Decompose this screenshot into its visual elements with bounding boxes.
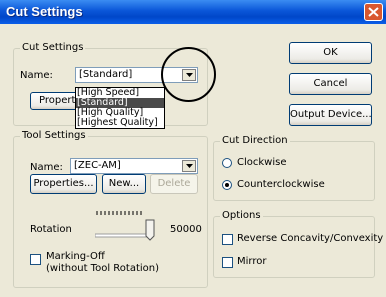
chevron-down-icon [186, 164, 193, 168]
ok-button[interactable]: OK [289, 42, 372, 64]
cut-settings-properties-button[interactable]: Properties... [30, 92, 78, 110]
reverse-concavity-label: Reverse Concavity/Convexity [237, 233, 384, 244]
cut-direction-group: Cut Direction [213, 135, 375, 201]
rotation-label: Rotation [30, 224, 72, 235]
cut-settings-group-label: Cut Settings [20, 42, 86, 53]
close-button[interactable] [364, 3, 383, 21]
tool-delete-button[interactable]: Delete [150, 174, 198, 194]
counterclockwise-label: Counterclockwise [237, 179, 325, 190]
cut-settings-name-value: [Standard] [79, 69, 133, 80]
tool-settings-dropdown-button[interactable] [182, 160, 196, 172]
title-bar: Cut Settings [0, 0, 386, 24]
cut-settings-dialog: Cut Settings Cut Settings Name: [Standar… [0, 0, 386, 297]
tool-settings-group-label: Tool Settings [20, 130, 88, 141]
zoom-highlight-circle [161, 47, 216, 102]
dropdown-option-highest-quality[interactable]: [Highest Quality] [76, 118, 164, 128]
tool-new-button[interactable]: New... [102, 174, 146, 194]
window-title: Cut Settings [6, 4, 83, 19]
counterclockwise-radio[interactable] [222, 180, 232, 190]
marking-off-sublabel: (without Tool Rotation) [46, 263, 159, 274]
tool-settings-name-value: [ZEC-AM] [74, 160, 121, 171]
marking-off-checkbox[interactable] [30, 254, 41, 265]
rotation-value: 50000 [170, 224, 202, 235]
cancel-button[interactable]: Cancel [289, 73, 372, 95]
tool-settings-name-label: Name: [30, 162, 63, 173]
marking-off-label: Marking-Off [46, 251, 105, 262]
mirror-label: Mirror [237, 256, 267, 267]
cut-settings-name-label: Name: [20, 70, 53, 81]
rotation-slider-track [95, 233, 154, 238]
cut-settings-dropdown-list[interactable]: [High Speed] [Standard] [High Quality] [… [75, 87, 165, 129]
clockwise-label: Clockwise [237, 157, 287, 168]
reverse-concavity-checkbox[interactable] [222, 234, 233, 245]
tool-settings-name-select[interactable]: [ZEC-AM] [70, 158, 198, 174]
options-group: Options [213, 210, 375, 278]
clockwise-radio[interactable] [222, 158, 232, 168]
close-icon [368, 7, 379, 17]
mirror-checkbox[interactable] [222, 257, 233, 268]
output-device-button[interactable]: Output Device... [289, 104, 372, 126]
options-group-label: Options [220, 210, 263, 221]
rotation-slider-thumb[interactable] [145, 219, 155, 241]
tool-properties-button[interactable]: Properties... [30, 174, 97, 194]
cut-direction-group-label: Cut Direction [220, 135, 290, 146]
rotation-slider[interactable] [95, 211, 157, 243]
